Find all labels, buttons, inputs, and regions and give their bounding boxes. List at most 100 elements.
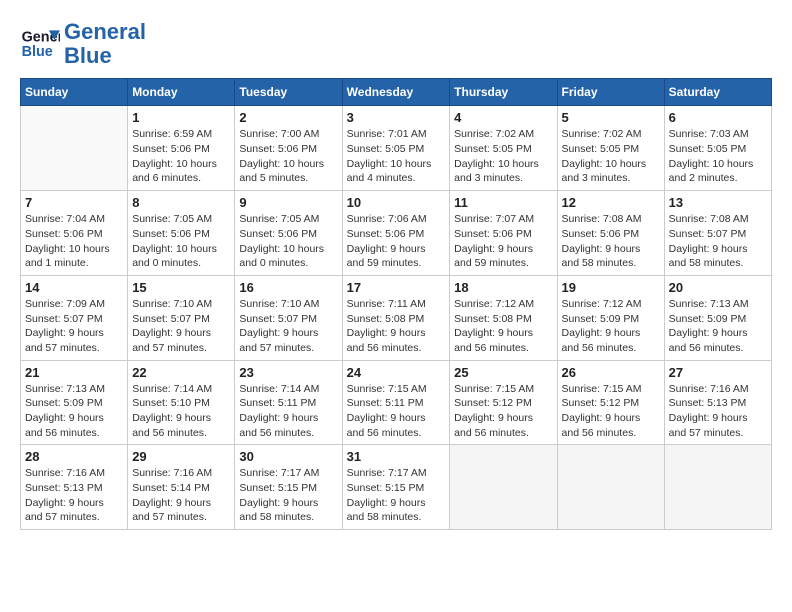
day-number: 29 [132,449,230,464]
day-detail: Sunrise: 7:02 AM Sunset: 5:05 PM Dayligh… [562,127,660,186]
day-number: 22 [132,365,230,380]
day-cell: 13 Sunrise: 7:08 AM Sunset: 5:07 PM Dayli… [664,191,771,276]
day-number: 3 [347,110,446,125]
calendar-header-row: SundayMondayTuesdayWednesdayThursdayFrid… [21,79,772,106]
day-cell: 24Sunrise: 7:15 AM Sunset: 5:11 PM Dayli… [342,360,450,445]
week-row-4: 21 Sunrise: 7:13 AM Sunset: 5:09 PM Dayli… [21,360,772,445]
day-cell: 26 Sunrise: 7:15 AM Sunset: 5:12 PM Dayli… [557,360,664,445]
day-detail: Sunrise: 7:08 AM Sunset: 5:06 PM Dayligh… [562,212,660,271]
day-detail: Sunrise: 7:17 AM Sunset: 5:15 PM Dayligh… [347,466,446,525]
day-cell: 21 Sunrise: 7:13 AM Sunset: 5:09 PM Dayli… [21,360,128,445]
day-detail: Sunrise: 7:00 AM Sunset: 5:06 PM Dayligh… [239,127,337,186]
day-cell: 8 Sunrise: 7:05 AM Sunset: 5:06 PM Daylig… [128,191,235,276]
day-detail: Sunrise: 7:15 AM Sunset: 5:12 PM Dayligh… [454,382,552,441]
day-detail: Sunrise: 7:05 AM Sunset: 5:06 PM Dayligh… [239,212,337,271]
day-cell: 11Sunrise: 7:07 AM Sunset: 5:06 PM Dayli… [450,191,557,276]
day-number: 26 [562,365,660,380]
day-cell: 19Sunrise: 7:12 AM Sunset: 5:09 PM Dayli… [557,275,664,360]
day-number: 21 [25,365,123,380]
day-detail: Sunrise: 7:10 AM Sunset: 5:07 PM Dayligh… [132,297,230,356]
day-number: 25 [454,365,552,380]
day-number: 9 [239,195,337,210]
day-cell: 27 Sunrise: 7:16 AM Sunset: 5:13 PM Dayli… [664,360,771,445]
col-header-sunday: Sunday [21,79,128,106]
day-cell [450,445,557,530]
day-detail: Sunrise: 7:16 AM Sunset: 5:13 PM Dayligh… [669,382,767,441]
day-detail: Sunrise: 7:13 AM Sunset: 5:09 PM Dayligh… [669,297,767,356]
day-number: 15 [132,280,230,295]
day-detail: Sunrise: 7:16 AM Sunset: 5:14 PM Dayligh… [132,466,230,525]
day-detail: Sunrise: 7:17 AM Sunset: 5:15 PM Dayligh… [239,466,337,525]
day-detail: Sunrise: 7:08 AM Sunset: 5:07 PM Dayligh… [669,212,767,271]
week-row-2: 7 Sunrise: 7:04 AM Sunset: 5:06 PM Daylig… [21,191,772,276]
day-detail: Sunrise: 7:12 AM Sunset: 5:09 PM Dayligh… [562,297,660,356]
day-number: 28 [25,449,123,464]
day-number: 20 [669,280,767,295]
day-detail: Sunrise: 7:16 AM Sunset: 5:13 PM Dayligh… [25,466,123,525]
day-cell: 14 Sunrise: 7:09 AM Sunset: 5:07 PM Dayli… [21,275,128,360]
day-number: 10 [347,195,446,210]
day-number: 7 [25,195,123,210]
col-header-wednesday: Wednesday [342,79,450,106]
week-row-3: 14 Sunrise: 7:09 AM Sunset: 5:07 PM Dayli… [21,275,772,360]
day-number: 8 [132,195,230,210]
day-cell: 10Sunrise: 7:06 AM Sunset: 5:06 PM Dayli… [342,191,450,276]
day-detail: Sunrise: 7:03 AM Sunset: 5:05 PM Dayligh… [669,127,767,186]
day-number: 27 [669,365,767,380]
day-detail: Sunrise: 7:13 AM Sunset: 5:09 PM Dayligh… [25,382,123,441]
calendar-table: SundayMondayTuesdayWednesdayThursdayFrid… [20,78,772,530]
day-number: 31 [347,449,446,464]
day-detail: Sunrise: 7:02 AM Sunset: 5:05 PM Dayligh… [454,127,552,186]
day-cell: 9 Sunrise: 7:05 AM Sunset: 5:06 PM Daylig… [235,191,342,276]
day-cell: 4 Sunrise: 7:02 AM Sunset: 5:05 PM Daylig… [450,106,557,191]
col-header-tuesday: Tuesday [235,79,342,106]
day-detail: Sunrise: 6:59 AM Sunset: 5:06 PM Dayligh… [132,127,230,186]
day-number: 5 [562,110,660,125]
day-number: 4 [454,110,552,125]
day-detail: Sunrise: 7:12 AM Sunset: 5:08 PM Dayligh… [454,297,552,356]
day-detail: Sunrise: 7:01 AM Sunset: 5:05 PM Dayligh… [347,127,446,186]
header: General Blue General Blue [20,20,772,68]
day-detail: Sunrise: 7:05 AM Sunset: 5:06 PM Dayligh… [132,212,230,271]
day-cell [557,445,664,530]
col-header-saturday: Saturday [664,79,771,106]
day-cell: 29 Sunrise: 7:16 AM Sunset: 5:14 PM Dayli… [128,445,235,530]
col-header-thursday: Thursday [450,79,557,106]
day-cell [21,106,128,191]
day-detail: Sunrise: 7:07 AM Sunset: 5:06 PM Dayligh… [454,212,552,271]
day-number: 17 [347,280,446,295]
day-cell: 1 Sunrise: 6:59 AM Sunset: 5:06 PM Daylig… [128,106,235,191]
day-number: 12 [562,195,660,210]
day-number: 2 [239,110,337,125]
day-cell: 22 Sunrise: 7:14 AM Sunset: 5:10 PM Dayli… [128,360,235,445]
week-row-5: 28 Sunrise: 7:16 AM Sunset: 5:13 PM Dayli… [21,445,772,530]
day-number: 23 [239,365,337,380]
day-number: 18 [454,280,552,295]
day-detail: Sunrise: 7:14 AM Sunset: 5:10 PM Dayligh… [132,382,230,441]
day-number: 1 [132,110,230,125]
day-detail: Sunrise: 7:14 AM Sunset: 5:11 PM Dayligh… [239,382,337,441]
day-cell: 16 Sunrise: 7:10 AM Sunset: 5:07 PM Dayli… [235,275,342,360]
day-detail: Sunrise: 7:10 AM Sunset: 5:07 PM Dayligh… [239,297,337,356]
day-number: 13 [669,195,767,210]
day-number: 30 [239,449,337,464]
day-cell: 18 Sunrise: 7:12 AM Sunset: 5:08 PM Dayli… [450,275,557,360]
day-cell: 2 Sunrise: 7:00 AM Sunset: 5:06 PM Daylig… [235,106,342,191]
day-number: 14 [25,280,123,295]
day-detail: Sunrise: 7:15 AM Sunset: 5:12 PM Dayligh… [562,382,660,441]
day-detail: Sunrise: 7:04 AM Sunset: 5:06 PM Dayligh… [25,212,123,271]
day-cell: 17 Sunrise: 7:11 AM Sunset: 5:08 PM Dayli… [342,275,450,360]
day-detail: Sunrise: 7:11 AM Sunset: 5:08 PM Dayligh… [347,297,446,356]
logo-icon: General Blue [20,24,60,64]
day-cell: 31 Sunrise: 7:17 AM Sunset: 5:15 PM Dayli… [342,445,450,530]
day-cell: 25 Sunrise: 7:15 AM Sunset: 5:12 PM Dayli… [450,360,557,445]
day-cell: 3 Sunrise: 7:01 AM Sunset: 5:05 PM Daylig… [342,106,450,191]
day-cell: 28 Sunrise: 7:16 AM Sunset: 5:13 PM Dayli… [21,445,128,530]
day-cell: 15 Sunrise: 7:10 AM Sunset: 5:07 PM Dayli… [128,275,235,360]
day-detail: Sunrise: 7:09 AM Sunset: 5:07 PM Dayligh… [25,297,123,356]
day-number: 16 [239,280,337,295]
week-row-1: 1 Sunrise: 6:59 AM Sunset: 5:06 PM Daylig… [21,106,772,191]
logo: General Blue General Blue [20,20,146,68]
day-cell: 23 Sunrise: 7:14 AM Sunset: 5:11 PM Dayli… [235,360,342,445]
day-number: 24 [347,365,446,380]
